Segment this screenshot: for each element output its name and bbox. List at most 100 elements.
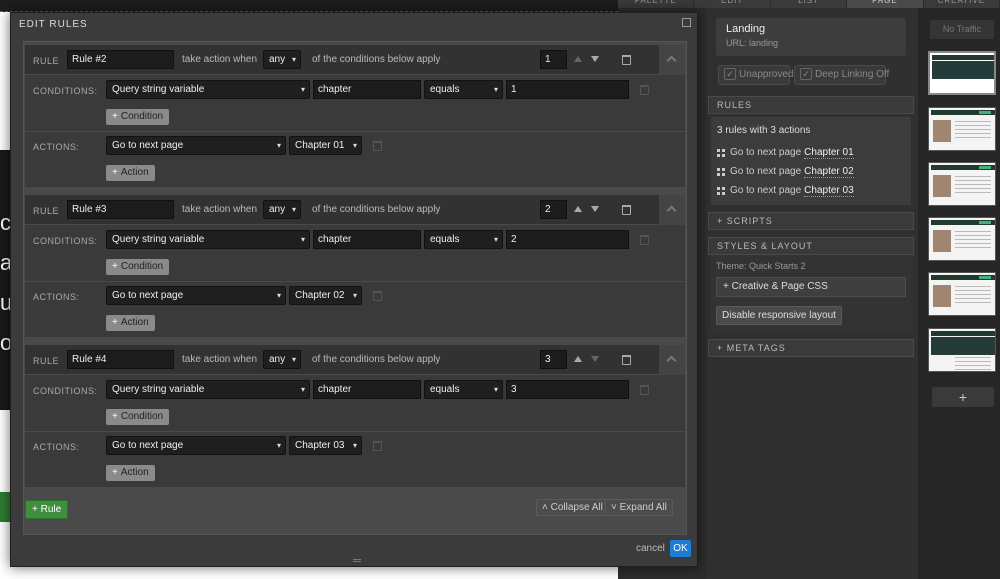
rule-name-input[interactable]: Rule #2 — [67, 50, 174, 69]
trash-icon[interactable] — [622, 205, 631, 215]
trash-icon[interactable] — [622, 55, 631, 65]
chevron-up-icon — [666, 355, 677, 366]
trash-icon[interactable] — [373, 291, 382, 301]
add-rule-button[interactable]: + Rule — [25, 500, 69, 519]
trash-icon[interactable] — [373, 441, 382, 451]
rule-header: RULE Rule #2 take action when any ▾ of th… — [25, 45, 685, 75]
variant-thumbnail[interactable] — [928, 107, 996, 151]
rule-target-link[interactable]: Chapter 02 — [804, 166, 854, 178]
add-condition-button[interactable]: + Condition — [106, 259, 170, 275]
add-action-button[interactable]: + Action — [106, 165, 155, 181]
trash-icon[interactable] — [640, 235, 649, 245]
chevron-down-icon: ▾ — [493, 85, 498, 94]
variant-thumbnail[interactable] — [928, 51, 996, 95]
disable-responsive-button[interactable]: Disable responsive layout — [716, 306, 842, 325]
ok-button[interactable]: OK — [670, 540, 691, 557]
scripts-section-header[interactable]: + SCRIPTS — [708, 212, 914, 230]
condition-key-input[interactable]: chapter — [313, 380, 421, 399]
operator-select[interactable]: equals ▾ — [424, 380, 503, 399]
action-type-select[interactable]: Go to next page ▾ — [106, 136, 286, 155]
condition-value-input[interactable]: 3 — [506, 380, 629, 399]
condition-key-input[interactable]: chapter — [313, 230, 421, 249]
rule-card: RULE Rule #2 take action when any ▾ of th… — [25, 45, 685, 187]
rule-name-input[interactable]: Rule #4 — [67, 350, 174, 369]
collapse-rule-button[interactable] — [659, 345, 685, 375]
condition-type-select[interactable]: Query string variable ▾ — [106, 230, 310, 249]
tab-creative[interactable]: CREATIVE — [923, 0, 1000, 8]
rule-target-link[interactable]: Chapter 01 — [804, 147, 854, 159]
move-up-icon[interactable] — [574, 206, 582, 212]
take-action-text: take action when — [182, 54, 258, 65]
trash-icon[interactable] — [640, 85, 649, 95]
collapse-rule-button[interactable] — [659, 195, 685, 225]
cancel-link[interactable]: cancel — [636, 543, 665, 554]
add-action-button[interactable]: + Action — [106, 465, 155, 481]
rule-target-link[interactable]: Chapter 03 — [804, 185, 854, 197]
actions-label: ACTIONS: — [33, 142, 80, 152]
conditions-apply-text: of the conditions below apply — [312, 54, 441, 65]
match-select[interactable]: any ▾ — [263, 200, 301, 219]
chevron-down-icon: ▾ — [276, 141, 281, 150]
creative-css-button[interactable]: + Creative & Page CSS — [716, 277, 906, 297]
unapproved-toggle[interactable]: ✓ Unapproved — [718, 65, 793, 85]
meta-tags-section-header[interactable]: + META TAGS — [708, 339, 914, 357]
rules-section-header[interactable]: RULES — [708, 96, 914, 114]
match-select[interactable]: any ▾ — [263, 50, 301, 69]
action-type-select[interactable]: Go to next page ▾ — [106, 436, 286, 455]
rules-summary-box[interactable]: 3 rules with 3 actions Go to next page Ch… — [711, 117, 911, 205]
tab-edit[interactable]: EDIT — [694, 0, 771, 8]
tab-list[interactable]: LIST — [770, 0, 848, 8]
trash-icon[interactable] — [640, 385, 649, 395]
condition-key-input[interactable]: chapter — [313, 80, 421, 99]
trash-icon[interactable] — [622, 355, 631, 365]
rule-card: RULE Rule #4 take action when any ▾ of th… — [25, 345, 685, 487]
move-up-icon[interactable] — [574, 56, 582, 62]
resize-grip-icon[interactable] — [353, 559, 361, 562]
match-select[interactable]: any ▾ — [263, 350, 301, 369]
variant-thumbnail[interactable] — [928, 328, 996, 372]
add-condition-button[interactable]: + Condition — [106, 409, 170, 425]
conditions-label: CONDITIONS: — [33, 236, 98, 246]
variant-thumbnail[interactable] — [928, 217, 996, 261]
rule-order-input[interactable]: 1 — [540, 50, 567, 69]
add-variant-button[interactable]: + — [932, 387, 994, 407]
condition-type-select[interactable]: Query string variable ▾ — [106, 80, 310, 99]
divider — [25, 281, 685, 282]
styles-section-header[interactable]: STYLES & LAYOUT — [708, 237, 914, 255]
trash-icon[interactable] — [373, 141, 382, 151]
collapse-rule-button[interactable] — [659, 45, 685, 75]
tab-palette[interactable]: PALETTE — [618, 0, 695, 8]
action-target-select[interactable]: Chapter 02 ▾ — [289, 286, 362, 305]
expand-all-button[interactable]: ˅ Expand All — [605, 499, 673, 516]
actions-label: ACTIONS: — [33, 442, 80, 452]
move-up-icon[interactable] — [574, 356, 582, 362]
plus-icon: + — [112, 317, 118, 328]
rule-order-input[interactable]: 2 — [540, 200, 567, 219]
modal-title: EDIT RULES — [19, 19, 88, 30]
condition-type-select[interactable]: Query string variable ▾ — [106, 380, 310, 399]
move-down-icon[interactable] — [591, 206, 599, 212]
operator-select[interactable]: equals ▾ — [424, 80, 503, 99]
add-action-button[interactable]: + Action — [106, 315, 155, 331]
operator-select[interactable]: equals ▾ — [424, 230, 503, 249]
variant-thumbnail[interactable] — [928, 162, 996, 206]
move-down-icon[interactable] — [591, 56, 599, 62]
plus-icon: + — [112, 167, 118, 178]
rule-header: RULE Rule #4 take action when any ▾ of th… — [25, 345, 685, 375]
condition-value-input[interactable]: 1 — [506, 80, 629, 99]
move-down-icon[interactable] — [591, 356, 599, 362]
action-target-select[interactable]: Chapter 03 ▾ — [289, 436, 362, 455]
action-target-select[interactable]: Chapter 01 ▾ — [289, 136, 362, 155]
popout-icon[interactable] — [682, 18, 691, 27]
condition-value-input[interactable]: 2 — [506, 230, 629, 249]
collapse-all-button[interactable]: ˄ Collapse All — [536, 499, 609, 516]
rule-name-input[interactable]: Rule #3 — [67, 200, 174, 219]
grid-icon — [717, 167, 725, 176]
variant-thumbnail[interactable] — [928, 272, 996, 316]
page-name: Landing — [726, 23, 766, 35]
rule-order-input[interactable]: 3 — [540, 350, 567, 369]
action-type-select[interactable]: Go to next page ▾ — [106, 286, 286, 305]
deep-linking-toggle[interactable]: ✓ Deep Linking Off — [794, 65, 889, 85]
add-condition-button[interactable]: + Condition — [106, 109, 170, 125]
tab-page[interactable]: PAGE — [847, 0, 924, 8]
